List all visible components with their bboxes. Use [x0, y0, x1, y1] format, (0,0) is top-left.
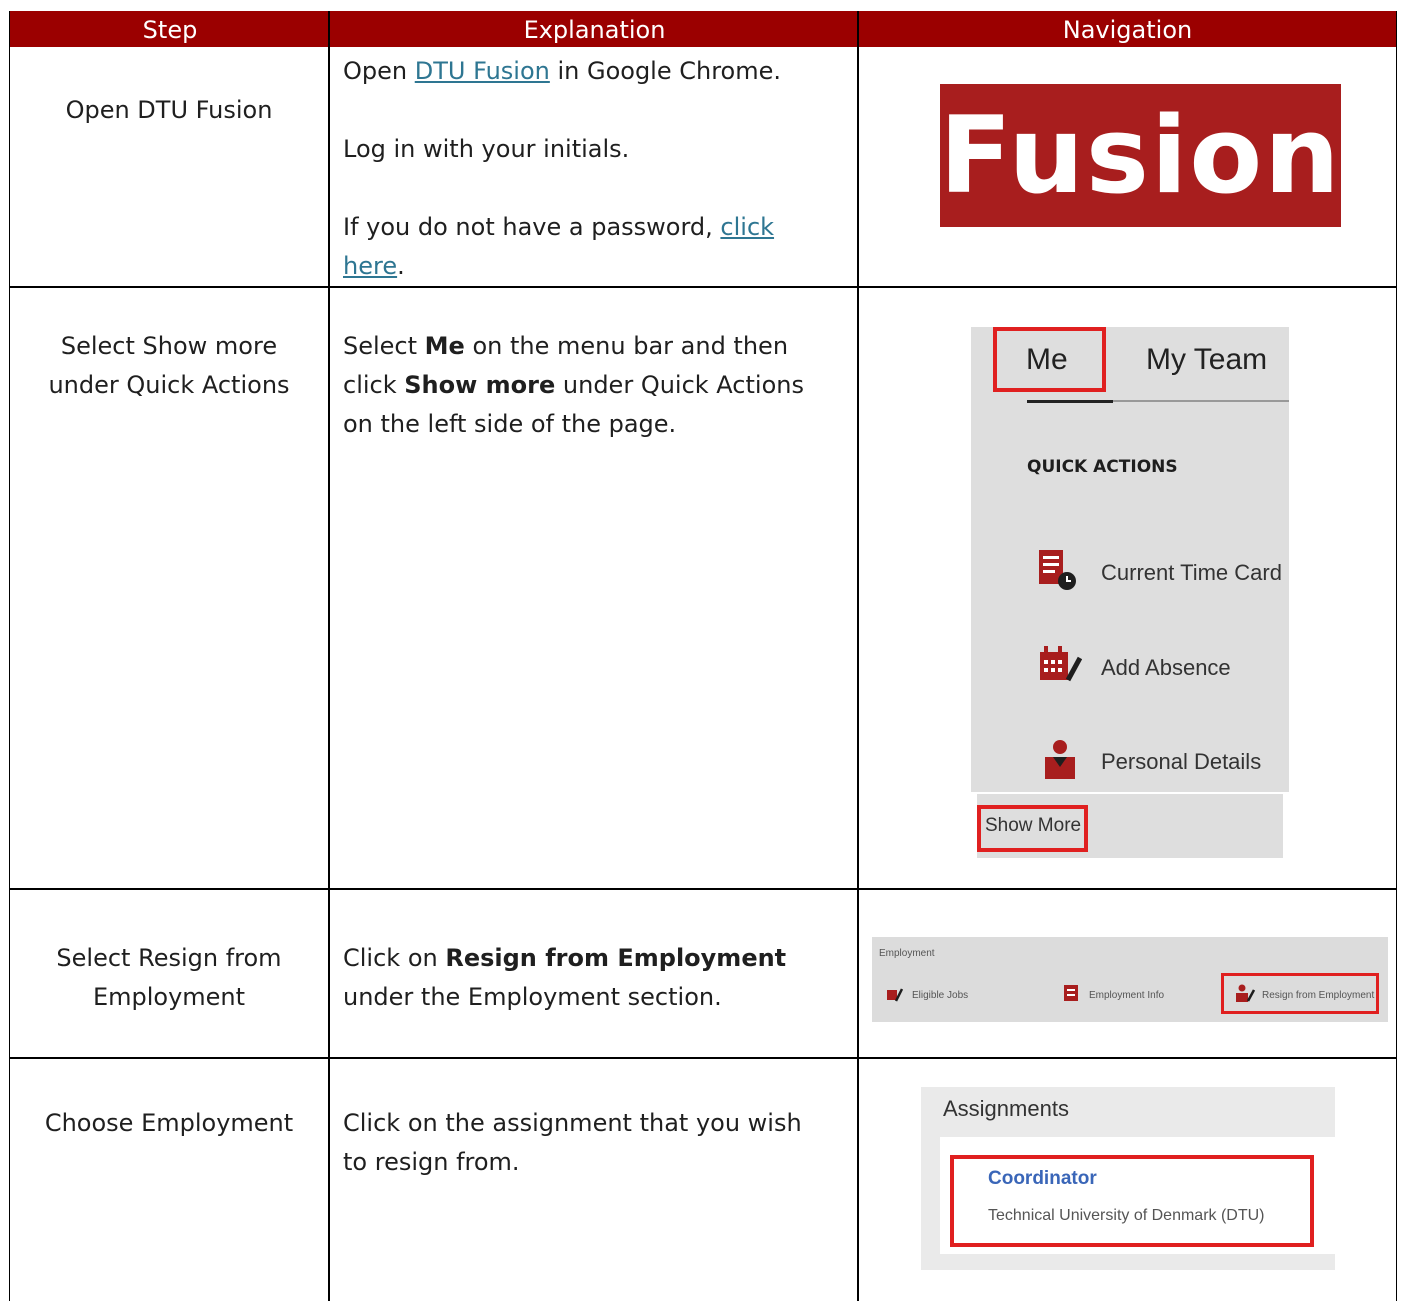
header-navigation: Navigation: [1062, 16, 1193, 44]
calendar-edit-icon: [1040, 646, 1082, 682]
add-absence-item[interactable]: Add Absence: [1101, 655, 1231, 681]
personal-details-item[interactable]: Personal Details: [1101, 749, 1261, 775]
fusion-logo: Fusion: [939, 84, 1341, 227]
person-icon: [1045, 740, 1075, 779]
employment-info-item[interactable]: Employment Info: [1089, 990, 1164, 1001]
row-divider: [10, 1057, 1396, 1059]
explanation-resign: Click on Resign from Employment under th…: [343, 944, 787, 1011]
dtu-fusion-link[interactable]: DTU Fusion: [415, 57, 550, 85]
current-time-card-item[interactable]: Current Time Card: [1101, 560, 1282, 586]
badge-icon: [1064, 985, 1078, 1001]
header-step: Step: [142, 16, 198, 44]
quick-actions-title: QUICK ACTIONS: [1027, 457, 1178, 477]
row-divider: [10, 286, 1396, 288]
employment-title: Employment: [879, 948, 935, 959]
table-header: Step Explanation Navigation: [10, 11, 1396, 47]
highlight-assignment: [950, 1155, 1314, 1247]
column-divider: [857, 11, 859, 1301]
step-choose-employment: Choose Employment: [44, 1109, 294, 1137]
eligible-jobs-item[interactable]: Eligible Jobs: [912, 990, 968, 1001]
step-show-more: Select Show more under Quick Actions: [48, 332, 290, 399]
jobs-icon: [887, 988, 903, 1002]
tab-my-team[interactable]: My Team: [1146, 343, 1267, 377]
step-open-fusion: Open DTU Fusion: [65, 96, 273, 124]
assignments-title: Assignments: [943, 1096, 1069, 1121]
highlight-show-more: [977, 805, 1088, 852]
password-link[interactable]: here: [343, 252, 397, 280]
time-card-icon: [1039, 550, 1076, 590]
tab-underline: [1113, 400, 1289, 402]
password-link[interactable]: click: [720, 213, 774, 241]
highlight-resign: [1221, 973, 1379, 1014]
explanation-show-more: Select Me on the menu bar and then click…: [343, 332, 804, 438]
highlight-me: [993, 327, 1106, 392]
explanation-choose-employment: Click on the assignment that you wish to…: [343, 1109, 802, 1176]
row-divider: [10, 888, 1396, 890]
header-explanation: Explanation: [523, 16, 666, 44]
explanation-open-fusion: Open DTU Fusion in Google Chrome. Log in…: [343, 57, 782, 280]
step-resign: Select Resign from Employment: [56, 944, 282, 1011]
active-tab-underline: [1027, 400, 1113, 403]
column-divider: [328, 11, 330, 1301]
